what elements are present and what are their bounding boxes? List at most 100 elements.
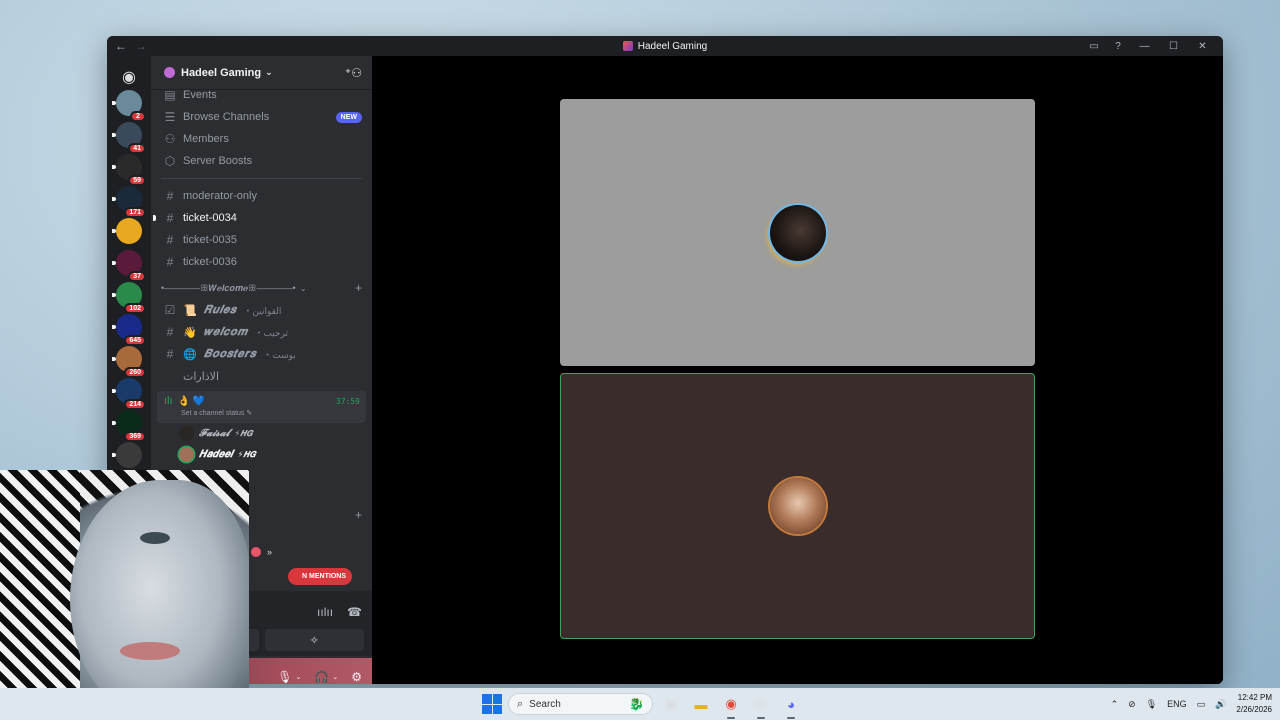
category-welcome[interactable]: •————ꕥ𝑾𝒆𝒍𝒄𝒐𝒎𝒆ꕥ————• ⌄ + <box>151 277 372 299</box>
server-icon[interactable]: 369 <box>112 410 146 442</box>
channel-subtitle: ・بوست <box>263 349 296 360</box>
discord-logo-icon[interactable]: ◉ <box>116 64 142 90</box>
server-icon[interactable]: 59 <box>112 154 146 186</box>
server-icon[interactable]: 171 <box>112 186 146 218</box>
more-row: » <box>251 547 272 557</box>
nav-label: Members <box>183 133 229 145</box>
running-indicator <box>787 717 795 719</box>
more-arrow[interactable]: » <box>267 547 272 557</box>
chevron-down-icon[interactable]: ⌄ <box>332 673 338 681</box>
soundboard-icon[interactable]: ıılıı <box>317 605 333 619</box>
nav-server-boosts[interactable]: ⬡ Server Boosts <box>151 150 372 172</box>
server-icon[interactable] <box>112 218 142 244</box>
channel-rules[interactable]: ☑ 📜 𝑹𝒖𝒍𝒆𝒔 ・القوانين <box>151 299 372 321</box>
discord-taskbar-icon[interactable]: ◕ <box>779 692 803 719</box>
server-icon[interactable]: 41 <box>112 122 146 154</box>
keffiyeh-pattern <box>0 470 80 720</box>
server-boost-icon <box>164 67 175 78</box>
lips-shape <box>120 642 180 660</box>
channel-ticket-0035[interactable]: # ticket-0035 <box>151 229 372 251</box>
channel-subtitle: ・القوانين <box>243 305 282 316</box>
soundboard-toggle-button[interactable]: ✧ <box>264 629 364 651</box>
channel-moderator-only[interactable]: # moderator-only <box>151 185 372 207</box>
help-icon[interactable]: ? <box>1106 36 1130 56</box>
volume-icon[interactable]: 🔊 <box>1215 699 1226 710</box>
disconnect-icon[interactable]: ☎ <box>347 605 362 619</box>
discord-window: ← → Hadeel Gaming ▭ ? — ☐ ✕ ◉ 2 41 59 171 37… <box>107 36 1223 684</box>
invite-people-icon[interactable]: ⁺⚇ <box>345 66 362 80</box>
unread-pill <box>112 293 116 297</box>
clock[interactable]: 12:42 PM 2/26/2026 <box>1236 692 1272 716</box>
chrome-icon[interactable]: ◉ <box>719 692 743 719</box>
mention-badge: 171 <box>124 207 146 218</box>
voice-user[interactable]: 𝑯𝒂𝒅𝒆𝒆𝒍 ⚡𝑯𝑮 <box>151 444 372 465</box>
mic-icon[interactable]: 🎙 <box>277 670 292 684</box>
server-icon[interactable]: 645 <box>112 314 146 346</box>
members-icon: ⚇ <box>164 132 176 146</box>
file-explorer-icon[interactable]: ▬ <box>689 692 713 716</box>
voice-user[interactable]: 𝓕𝓪𝓲𝓼𝓪𝓵 ⚡𝑯𝑮 <box>151 423 372 444</box>
channel-name: ticket-0034 <box>183 212 237 224</box>
server-icon[interactable]: 214 <box>112 378 146 410</box>
settings-gear-icon[interactable]: ⚙ <box>351 670 362 684</box>
voice-user-name: 𝑯𝒂𝒅𝒆𝒆𝒍 <box>199 449 233 460</box>
server-icon[interactable]: 37 <box>112 250 146 282</box>
participant-tile-speaking[interactable] <box>560 373 1035 639</box>
nav-events[interactable]: ▤ Events <box>151 84 372 106</box>
voice-channel[interactable]: ılı 👌 💙 37:59 Set a channel status ✎ <box>157 391 366 423</box>
voice-user-tag: ⚡𝑯𝑮 <box>237 449 256 459</box>
call-stage <box>372 56 1223 684</box>
mention-badge: 214 <box>124 399 146 410</box>
channel-name: الاذارات <box>183 370 220 383</box>
close-button[interactable]: ✕ <box>1188 36 1217 56</box>
channel-ticket-0036[interactable]: # ticket-0036 <box>151 251 372 273</box>
call-timer: 37:59 <box>335 396 360 406</box>
task-view-icon[interactable]: ▣ <box>659 692 683 716</box>
new-mentions-button[interactable]: N MENTIONS <box>288 568 352 585</box>
unread-pill <box>112 133 116 137</box>
participant-avatar <box>769 204 826 261</box>
back-button[interactable]: ← <box>115 39 127 53</box>
channel-boosters[interactable]: # 🌐 𝑩𝒐𝒐𝒔𝒕𝒆𝒓𝒔 ・بوست <box>151 343 372 365</box>
chevron-down-icon[interactable]: ⌄ <box>296 673 302 681</box>
server-icon[interactable] <box>112 442 142 468</box>
unread-pill <box>112 357 116 361</box>
nav-browse-channels[interactable]: ☰ Browse Channels NEW <box>151 106 372 128</box>
channel-announcements[interactable]: الاذارات <box>151 365 372 387</box>
nav-label: Server Boosts <box>183 155 253 167</box>
add-channel-icon[interactable]: + <box>355 508 362 522</box>
server-icon[interactable]: 2 <box>112 90 146 122</box>
minimize-button[interactable]: — <box>1130 36 1159 56</box>
mic-tray-icon[interactable]: 🎙 <box>1146 699 1157 710</box>
unread-pill <box>112 197 116 201</box>
server-icon[interactable]: 260 <box>112 346 146 378</box>
taskbar-search[interactable]: ⌕ Search 🐉 <box>508 693 653 715</box>
unread-pill <box>112 229 116 233</box>
channel-subtitle: ・ترحيب <box>254 327 289 338</box>
language-indicator[interactable]: ENG <box>1167 699 1187 709</box>
maximize-button[interactable]: ☐ <box>1159 36 1188 56</box>
server-icon[interactable]: 102 <box>112 282 146 314</box>
channel-status-prompt[interactable]: Set a channel status ✎ <box>181 409 360 417</box>
browse-channels-icon: ☰ <box>164 110 176 124</box>
start-button[interactable] <box>482 694 502 714</box>
channel-emoji: 👋 <box>183 326 197 339</box>
chevron-up-icon[interactable]: ⌃ <box>1111 699 1119 710</box>
forward-button[interactable]: → <box>135 39 147 53</box>
add-channel-icon[interactable]: + <box>355 281 362 295</box>
inbox-icon[interactable]: ▭ <box>1082 36 1106 56</box>
red-dot-icon <box>251 547 261 557</box>
headphones-icon[interactable]: 🎧 <box>314 670 329 684</box>
app-icon[interactable]: ◎ <box>749 692 773 719</box>
window-title-text: Hadeel Gaming <box>637 40 708 52</box>
mention-badge: 645 <box>124 335 146 346</box>
channel-name: moderator-only <box>183 190 257 202</box>
channel-welcom[interactable]: # 👋 𝒘𝒆𝒍𝒄𝒐𝒎 ・ترحيب <box>151 321 372 343</box>
nav-members[interactable]: ⚇ Members <box>151 128 372 150</box>
participant-tile[interactable] <box>560 99 1035 366</box>
history-nav: ← → <box>115 39 147 53</box>
display-icon[interactable]: ▭ <box>1197 699 1206 710</box>
channel-ticket-0034[interactable]: # ticket-0034 <box>151 207 372 229</box>
unread-pill <box>112 165 116 169</box>
network-icon[interactable]: ⊘ <box>1128 699 1136 710</box>
